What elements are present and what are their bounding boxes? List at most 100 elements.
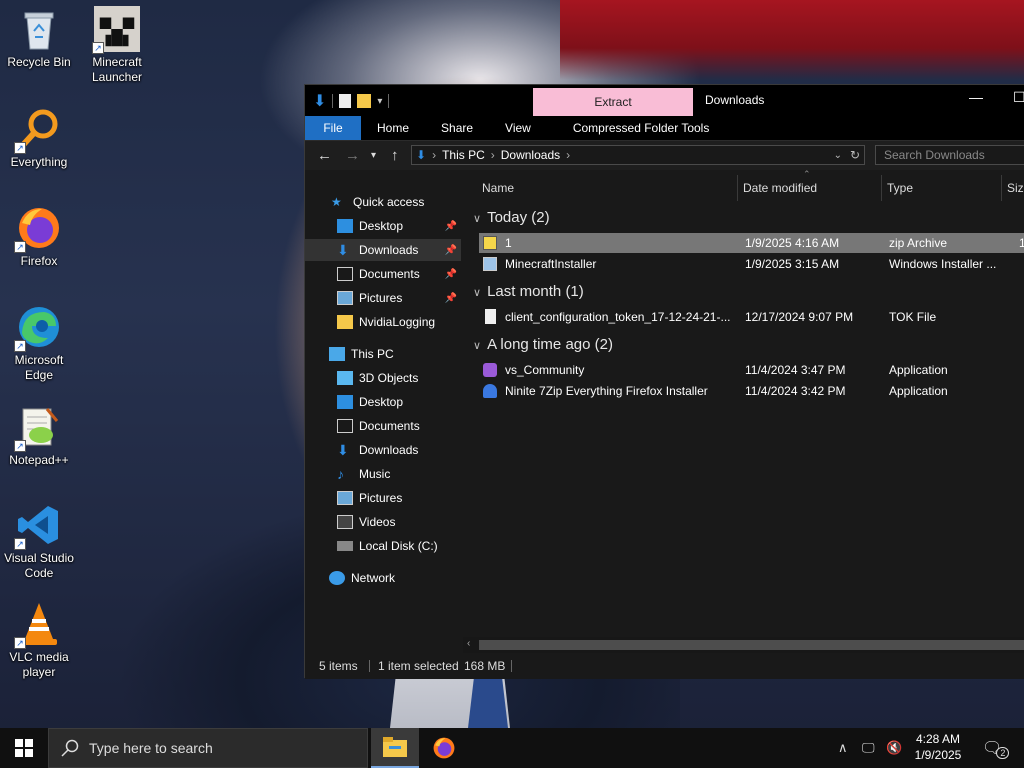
scrollbar-thumb[interactable] bbox=[479, 640, 1024, 650]
taskbar: Type here to search ∧ 🖵 🔇 4:28 AM 1/9/20… bbox=[0, 728, 1024, 768]
search-input[interactable]: Search Downloads bbox=[875, 145, 1024, 165]
group-header-last-month[interactable]: ∨ Last month (1) bbox=[473, 283, 584, 300]
nav-3d-objects[interactable]: 3D Objects bbox=[305, 367, 461, 389]
explorer-window[interactable]: ⬇ ▾ Extract Downloads — ☐ File Home Shar… bbox=[304, 84, 1024, 679]
horizontal-scrollbar[interactable]: ‹ bbox=[463, 637, 1024, 653]
action-center-button[interactable]: 🗨 2 bbox=[982, 728, 1015, 768]
scroll-left-icon[interactable]: ‹ bbox=[467, 638, 470, 649]
nav-desktop[interactable]: Desktop bbox=[305, 391, 461, 413]
nav-quick-desktop[interactable]: Desktop 📌 bbox=[305, 215, 461, 237]
forward-arrow-icon[interactable]: → bbox=[345, 147, 360, 164]
file-row[interactable]: client_configuration_token_17-12-24-21-.… bbox=[479, 307, 1024, 327]
tab-file[interactable]: File bbox=[305, 116, 361, 140]
pin-icon[interactable]: 📌 bbox=[445, 269, 457, 280]
status-selected: 1 item selected bbox=[378, 659, 459, 673]
desktop-icon-recycle-bin[interactable]: Recycle Bin bbox=[1, 6, 77, 70]
taskbar-search[interactable]: Type here to search bbox=[48, 728, 368, 768]
file-explorer-icon bbox=[383, 737, 407, 757]
everything-search-icon: ↗ bbox=[14, 106, 62, 154]
recent-chevron-icon[interactable]: ▾ bbox=[371, 150, 376, 161]
pin-icon[interactable]: 📌 bbox=[445, 221, 457, 232]
tab-home[interactable]: Home bbox=[361, 116, 425, 140]
file-row[interactable]: 1 1/9/2025 4:16 AM zip Archive 17 bbox=[479, 233, 1024, 253]
desktop-icon-edge[interactable]: ↗ Microsoft Edge bbox=[1, 304, 77, 383]
chevron-down-icon: ∨ bbox=[473, 287, 482, 299]
shortcut-arrow-icon: ↗ bbox=[14, 440, 26, 452]
pin-icon[interactable]: 📌 bbox=[445, 293, 457, 304]
shortcut-arrow-icon: ↗ bbox=[14, 142, 26, 154]
nav-network[interactable]: Network bbox=[305, 567, 461, 589]
tab-compressed-folder-tools[interactable]: Compressed Folder Tools bbox=[557, 116, 726, 140]
chevron-down-icon[interactable]: ▾ bbox=[377, 96, 382, 107]
desktop-icon-firefox[interactable]: ↗ Firefox bbox=[1, 205, 77, 269]
nav-downloads[interactable]: ⬇ Downloads bbox=[305, 439, 461, 461]
back-arrow-icon[interactable]: ← bbox=[317, 147, 332, 164]
downloads-folder-icon: ⬇ bbox=[337, 242, 349, 258]
nav-quick-downloads[interactable]: ⬇ Downloads 📌 bbox=[305, 239, 461, 261]
column-header-size[interactable]: Size bbox=[1007, 175, 1024, 201]
chevron-down-icon: ∨ bbox=[473, 340, 482, 352]
desktop-icon-everything[interactable]: ↗ Everything bbox=[1, 106, 77, 170]
group-header-today[interactable]: ∨ Today (2) bbox=[473, 209, 550, 226]
download-arrow-icon[interactable]: ⬇ bbox=[313, 91, 326, 111]
group-header-long-ago[interactable]: ∨ A long time ago (2) bbox=[473, 336, 613, 353]
desktop-icon-vlc[interactable]: ↗ VLC media player bbox=[1, 601, 77, 680]
desktop-icon-vscode[interactable]: ↗ Visual Studio Code bbox=[1, 502, 77, 581]
tab-share[interactable]: Share bbox=[425, 116, 489, 140]
nav-music[interactable]: ♪ Music bbox=[305, 463, 461, 485]
file-row[interactable]: MinecraftInstaller 1/9/2025 3:15 AM Wind… bbox=[479, 254, 1024, 274]
file-row[interactable]: Ninite 7Zip Everything Firefox Installer… bbox=[479, 381, 1024, 401]
clock[interactable]: 4:28 AM 1/9/2025 bbox=[906, 731, 970, 763]
address-dropdown-icon[interactable]: ⌄ bbox=[834, 150, 842, 161]
desktop-icon-minecraft[interactable]: ↗ Minecraft Launcher bbox=[79, 6, 155, 85]
column-header-name[interactable]: Name bbox=[482, 175, 514, 201]
desktop-icon-notepadpp[interactable]: ↗ Notepad++ bbox=[1, 404, 77, 468]
pin-icon[interactable]: 📌 bbox=[445, 245, 457, 256]
nav-quick-access[interactable]: ★ Quick access bbox=[305, 191, 461, 213]
show-hidden-icons[interactable]: ∧ bbox=[838, 728, 848, 768]
column-header-type[interactable]: Type bbox=[887, 175, 913, 201]
network-status[interactable]: 🖵 bbox=[862, 728, 875, 768]
clock-time: 4:28 AM bbox=[915, 732, 961, 746]
properties-icon[interactable] bbox=[339, 94, 352, 108]
installer-icon bbox=[483, 257, 497, 271]
zip-archive-icon bbox=[483, 236, 497, 250]
chevron-down-icon: ∨ bbox=[473, 213, 482, 225]
maximize-icon[interactable]: ☐ bbox=[1013, 89, 1024, 106]
star-icon: ★ bbox=[331, 195, 342, 209]
videos-icon bbox=[337, 515, 353, 529]
breadcrumb-this-pc[interactable]: This PC bbox=[442, 148, 485, 162]
new-folder-icon[interactable] bbox=[357, 94, 372, 108]
nav-quick-pictures[interactable]: Pictures 📌 bbox=[305, 287, 461, 309]
file-icon bbox=[485, 309, 496, 324]
nav-videos[interactable]: Videos bbox=[305, 511, 461, 533]
up-arrow-icon[interactable]: ↑ bbox=[391, 147, 399, 164]
taskbar-firefox[interactable] bbox=[420, 728, 468, 768]
nav-this-pc[interactable]: This PC bbox=[305, 343, 461, 365]
refresh-icon[interactable]: ↻ bbox=[850, 148, 860, 162]
start-button[interactable] bbox=[0, 728, 48, 768]
nav-local-disk[interactable]: Local Disk (C:) bbox=[305, 535, 461, 557]
title-bar[interactable]: ⬇ ▾ Extract Downloads — ☐ bbox=[305, 85, 1024, 116]
address-bar[interactable]: ⬇ › This PC › Downloads › ⌄ ↻ bbox=[411, 145, 865, 165]
file-row[interactable]: vs_Community 11/4/2024 3:47 PM Applicati… bbox=[479, 360, 1024, 380]
nav-pictures[interactable]: Pictures bbox=[305, 487, 461, 509]
file-list: Name Date modified ⌃ Type Size ∨Today (2… bbox=[463, 169, 1024, 653]
taskbar-file-explorer[interactable] bbox=[371, 728, 419, 768]
minimize-icon[interactable]: — bbox=[969, 89, 983, 105]
notepadpp-icon: ↗ bbox=[14, 404, 62, 452]
ribbon-tabs: File Home Share View Compressed Folder T… bbox=[305, 116, 1024, 140]
shortcut-arrow-icon: ↗ bbox=[92, 42, 104, 54]
breadcrumb-downloads[interactable]: Downloads bbox=[501, 148, 560, 162]
firefox-icon bbox=[433, 737, 455, 759]
nav-quick-documents[interactable]: Documents 📌 bbox=[305, 263, 461, 285]
nav-quick-nvidialogging[interactable]: NvidiaLogging bbox=[305, 311, 461, 333]
computer-icon bbox=[329, 347, 345, 361]
pictures-icon bbox=[337, 291, 353, 305]
3d-objects-icon bbox=[337, 371, 353, 385]
nav-documents[interactable]: Documents bbox=[305, 415, 461, 437]
desktop-folder-icon bbox=[337, 395, 353, 409]
tab-view[interactable]: View bbox=[489, 116, 547, 140]
extract-contextual-tab[interactable]: Extract bbox=[533, 88, 693, 116]
volume-control[interactable]: 🔇 bbox=[886, 728, 902, 768]
